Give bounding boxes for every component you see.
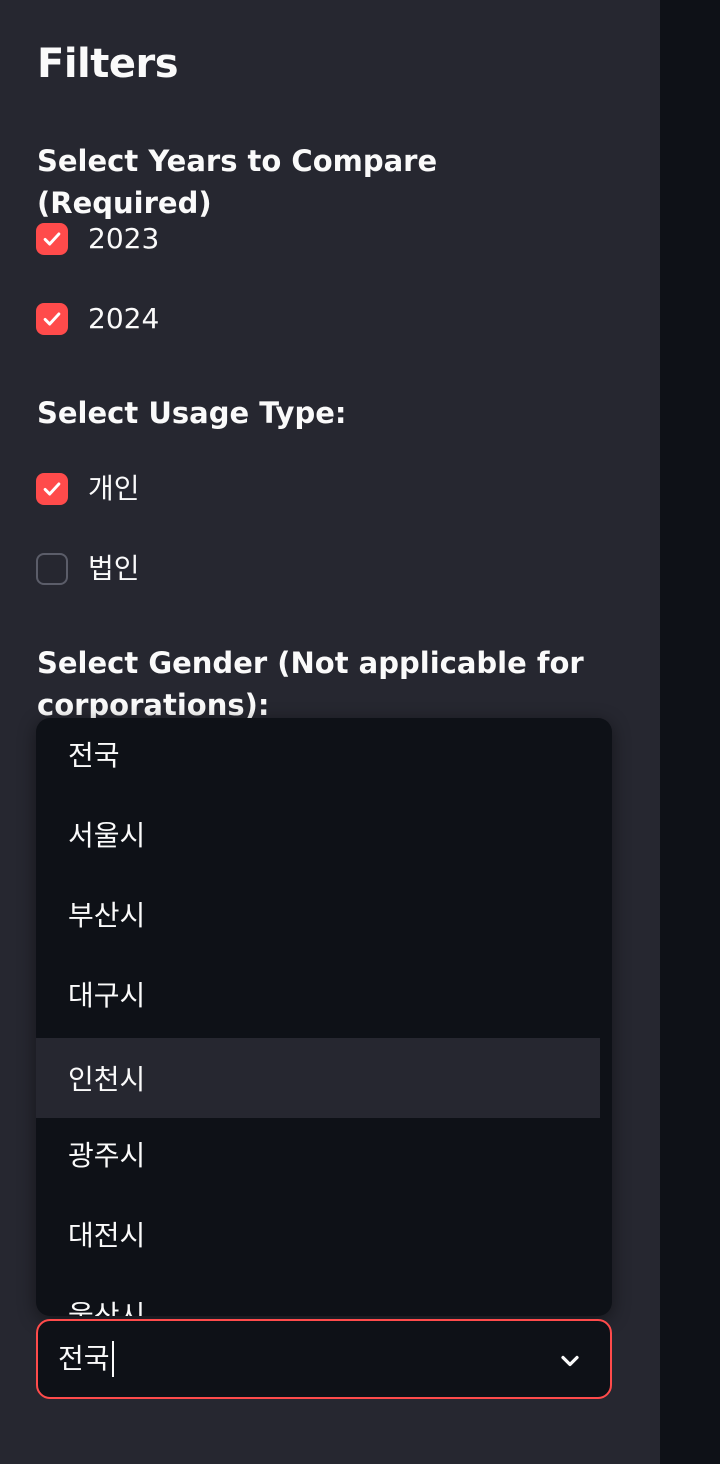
checkbox-usage-individual[interactable]: 개인 xyxy=(36,472,140,506)
checkbox-box[interactable] xyxy=(36,473,68,505)
check-icon xyxy=(43,312,61,326)
checkbox-year-2023[interactable]: 2023 xyxy=(36,222,159,256)
dropdown-option[interactable]: 광주시 xyxy=(36,1114,600,1194)
region-dropdown-menu[interactable]: 전국 서울시 부산시 대구시 인천시 광주시 대전시 울산시 xyxy=(36,718,612,1316)
dropdown-option[interactable]: 울산시 xyxy=(36,1274,600,1316)
checkbox-box[interactable] xyxy=(36,303,68,335)
checkbox-box[interactable] xyxy=(36,553,68,585)
dropdown-option[interactable]: 대구시 xyxy=(36,954,600,1034)
checkbox-box[interactable] xyxy=(36,223,68,255)
check-icon xyxy=(43,232,61,246)
text-caret xyxy=(111,1341,114,1377)
region-select-value[interactable]: 전국 xyxy=(58,1342,110,1376)
dropdown-option[interactable]: 서울시 xyxy=(36,794,600,874)
region-select-input[interactable]: 전국 xyxy=(36,1319,612,1399)
dropdown-option[interactable]: 부산시 xyxy=(36,874,600,954)
checkbox-label: 2024 xyxy=(88,302,160,335)
checkbox-label: 개인 xyxy=(88,472,140,505)
chevron-down-icon[interactable] xyxy=(556,1347,584,1375)
main-content-area xyxy=(660,0,720,1464)
years-label: Select Years to Compare (Required) xyxy=(37,144,438,220)
gender-label: Select Gender (Not applicable for corpor… xyxy=(37,646,584,722)
sidebar-title: Filters xyxy=(37,41,179,87)
checkbox-usage-corporation[interactable]: 법인 xyxy=(36,552,140,586)
sidebar: Filters Select Years to Compare (Require… xyxy=(0,0,660,1464)
dropdown-option-highlighted[interactable]: 인천시 xyxy=(36,1038,600,1118)
usage-type-label: Select Usage Type: xyxy=(37,396,347,430)
checkbox-year-2024[interactable]: 2024 xyxy=(36,302,159,336)
check-icon xyxy=(43,482,61,496)
dropdown-option[interactable]: 대전시 xyxy=(36,1194,600,1274)
checkbox-label: 2023 xyxy=(88,222,160,255)
checkbox-label: 법인 xyxy=(88,552,140,585)
dropdown-option[interactable]: 전국 xyxy=(36,718,600,794)
